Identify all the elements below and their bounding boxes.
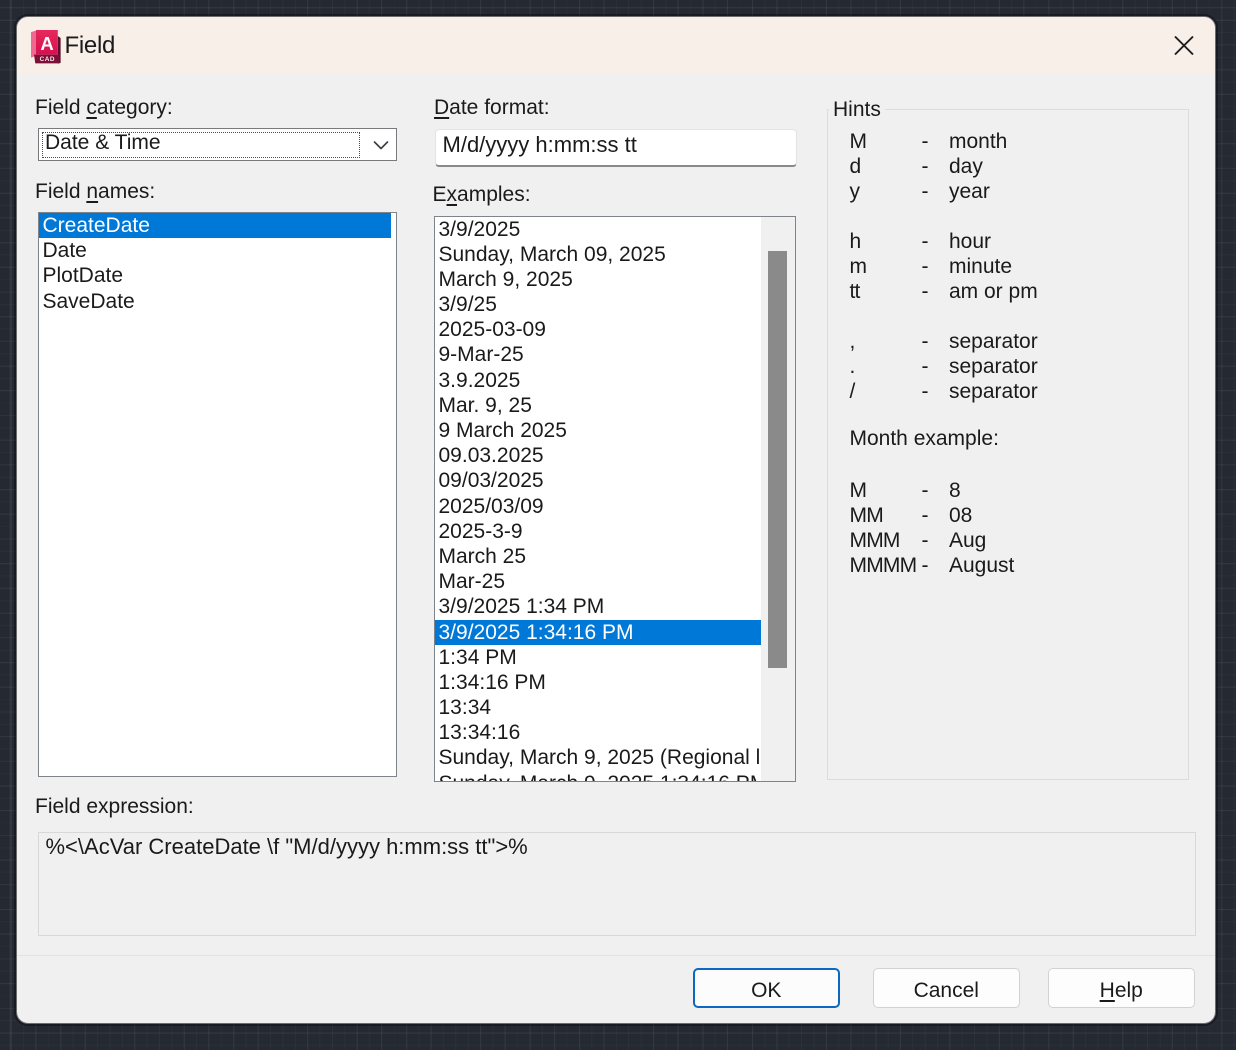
- svg-text:A: A: [40, 33, 53, 54]
- svg-text:CAD: CAD: [40, 56, 55, 63]
